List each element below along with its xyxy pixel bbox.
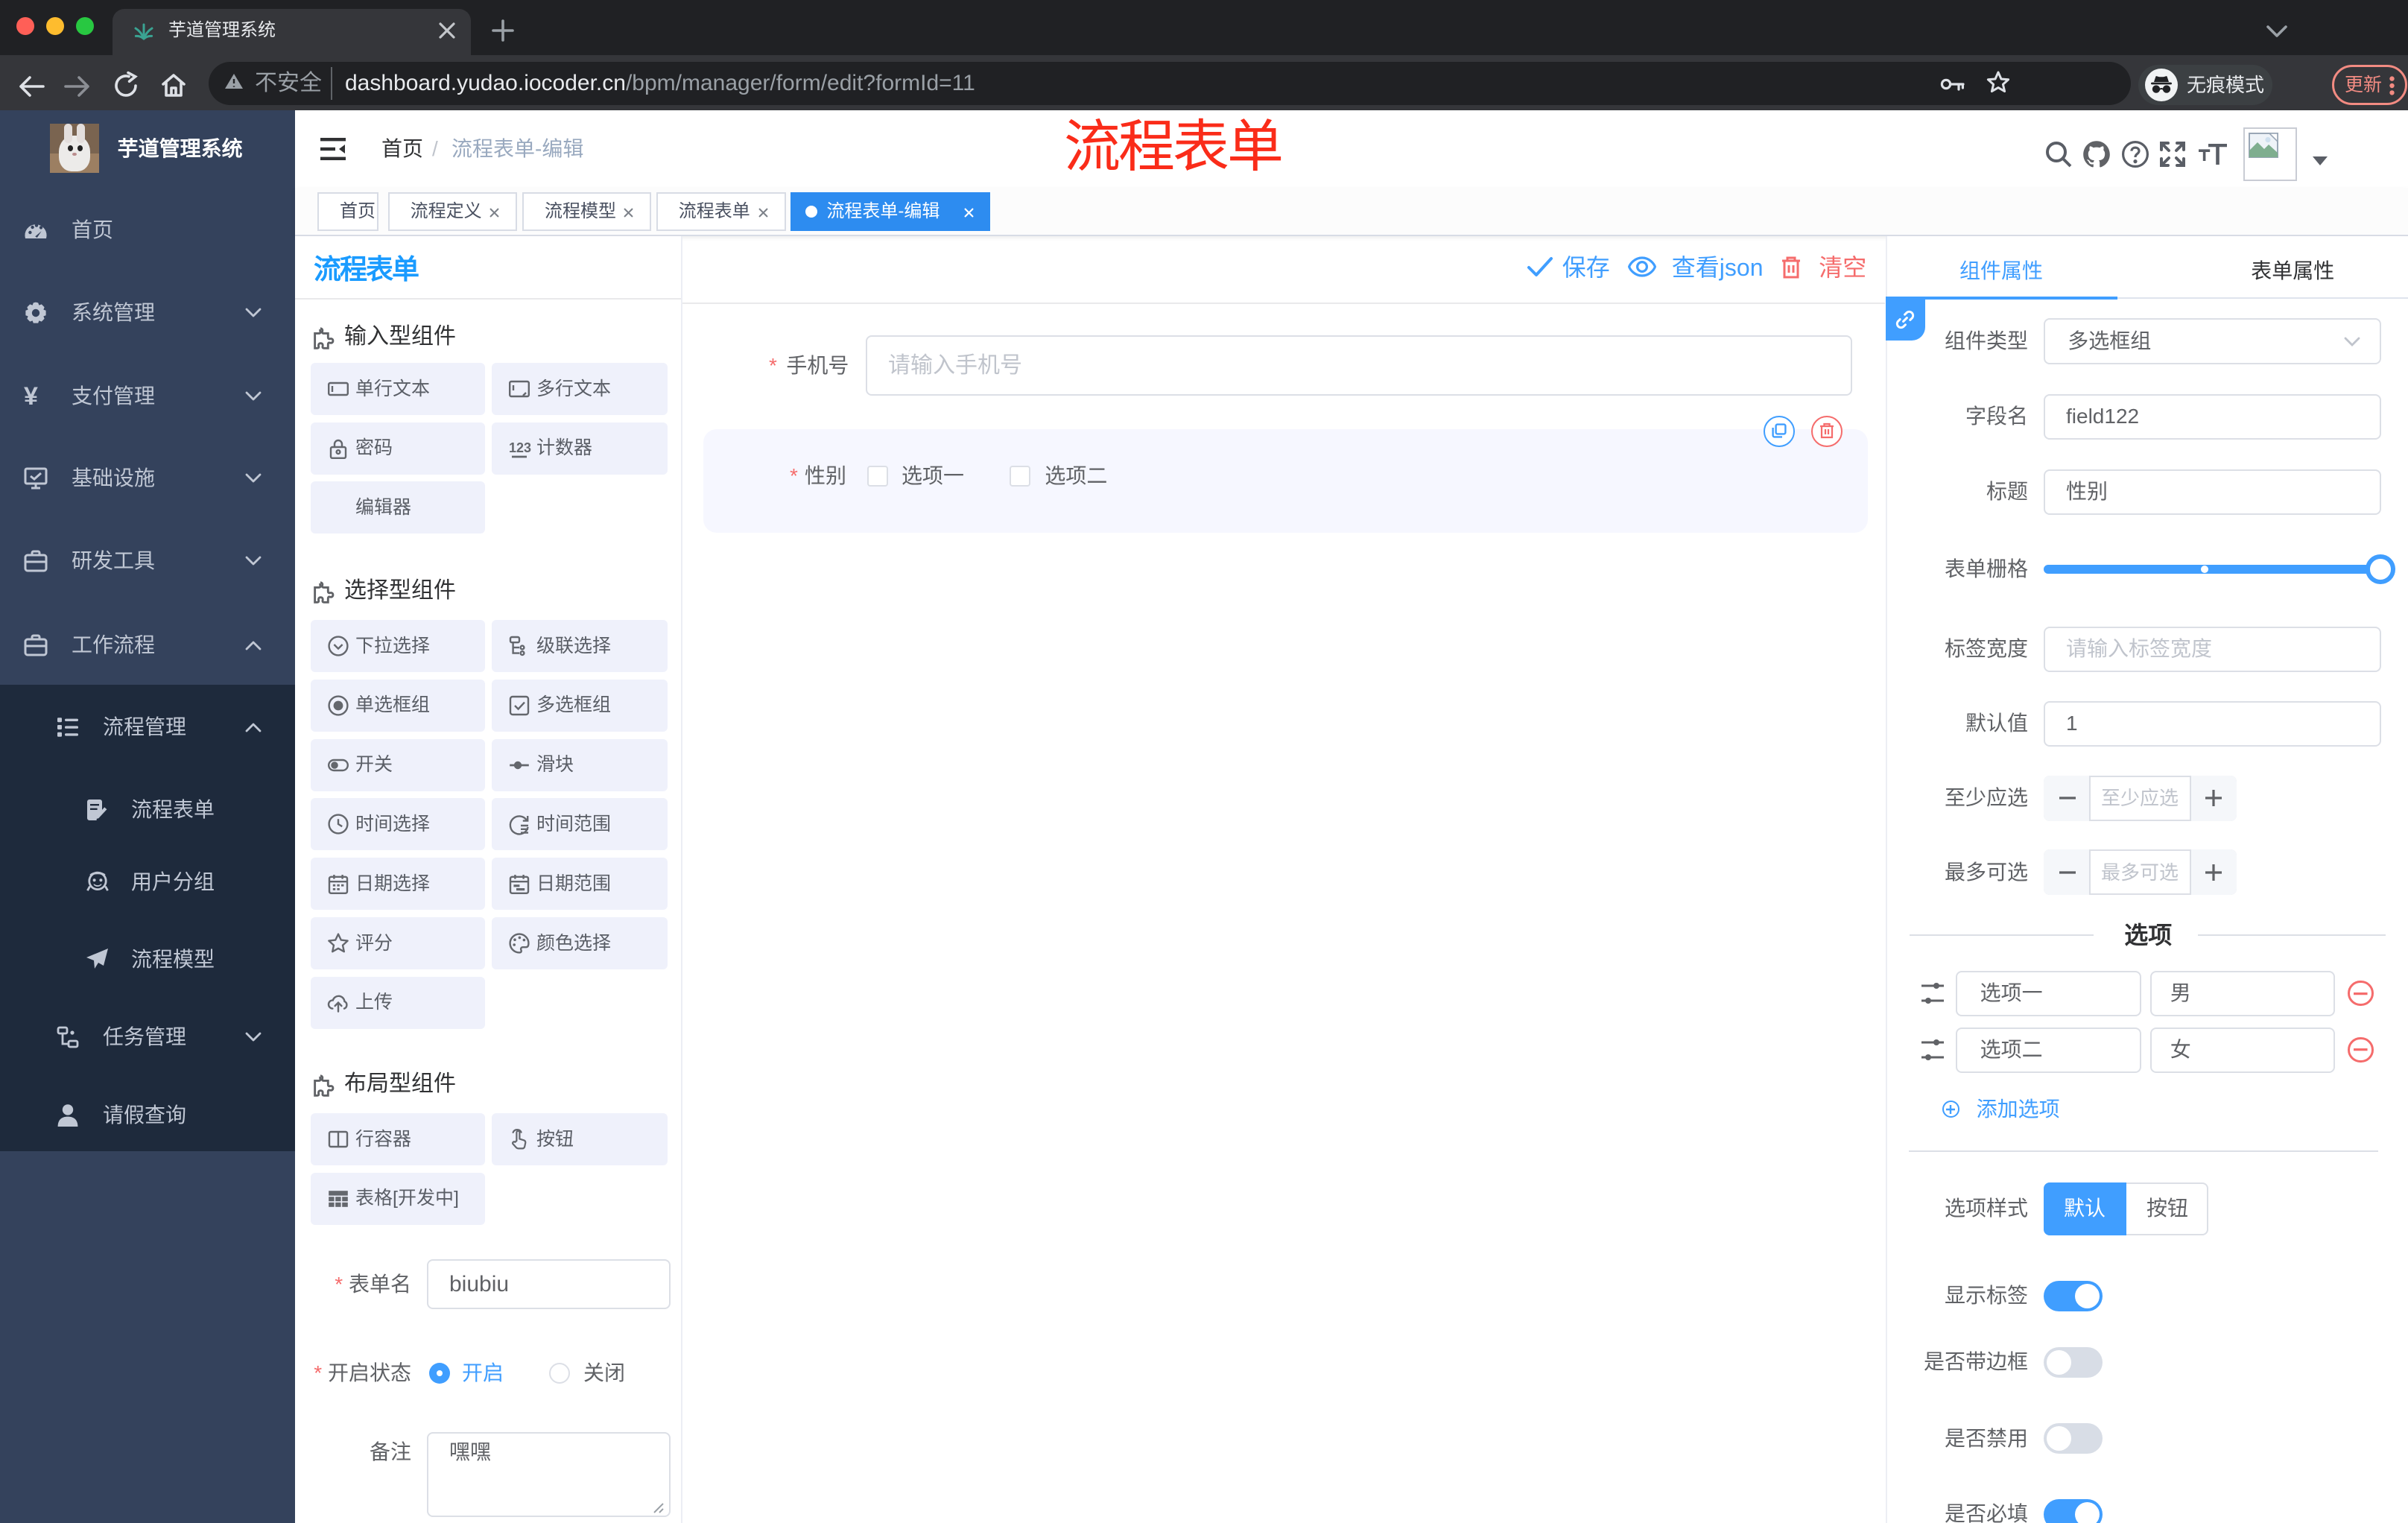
svg-text:123: 123 (509, 440, 531, 455)
